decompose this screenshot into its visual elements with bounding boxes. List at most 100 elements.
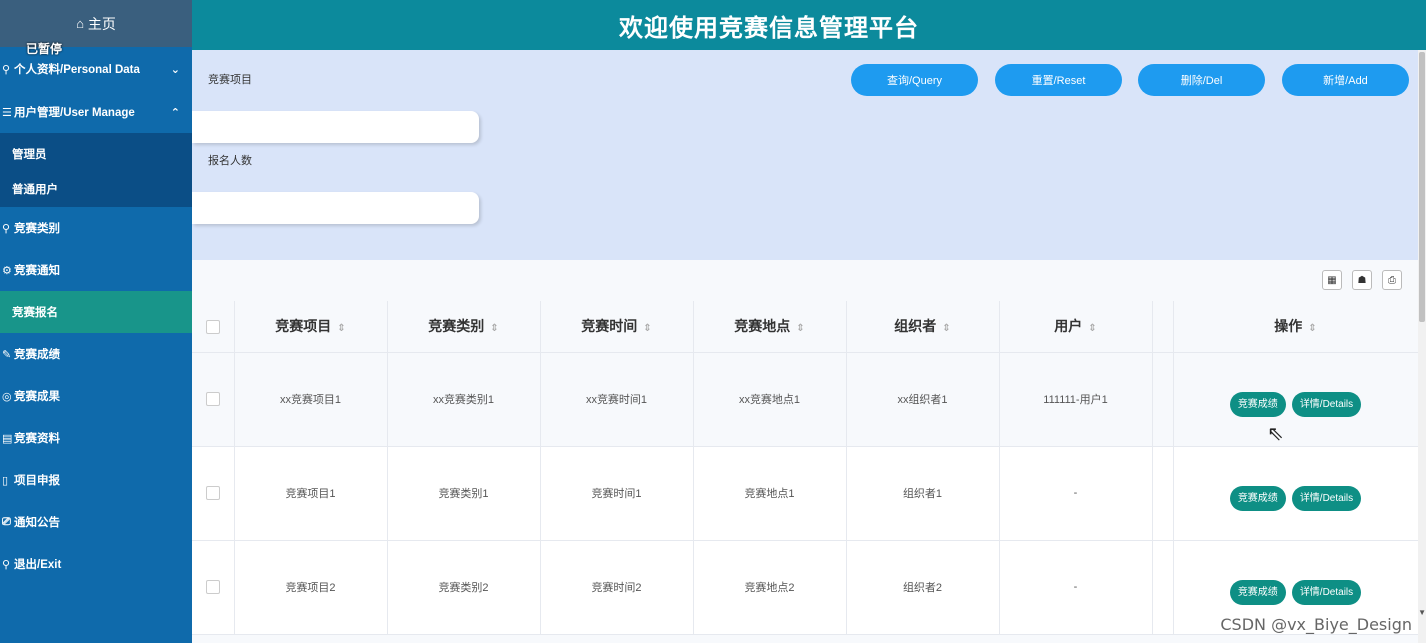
scores-button[interactable]: 竞赛成绩	[1229, 485, 1286, 511]
sort-icon[interactable]: ⇕	[337, 323, 345, 334]
row-checkbox[interactable]	[205, 486, 220, 500]
column-header-label: 竞赛时间	[581, 318, 638, 335]
sidebar-item-admin[interactable]: 管理员	[0, 133, 192, 170]
column-header[interactable]: 组织者 ⇕	[846, 301, 1000, 353]
home-icon: ⌂	[76, 16, 84, 31]
sidebar-item-label: 竞赛通知	[14, 265, 60, 277]
columns-icon[interactable]: ▦	[1322, 270, 1342, 290]
table-cell: 竞赛项目1	[234, 446, 388, 541]
table-cell: xx竞赛时间1	[540, 352, 694, 447]
column-header[interactable]: 竞赛项目 ⇕	[234, 301, 388, 353]
scroll-down-icon[interactable]: ▼	[1418, 608, 1426, 617]
scrollbar-thumb[interactable]	[1419, 52, 1425, 322]
column-header-label: 竞赛项目	[275, 318, 332, 335]
table-cell: 竞赛类别1	[387, 446, 541, 541]
document-icon: ▤	[2, 432, 13, 445]
sidebar-item-label: 通知公告	[14, 517, 60, 529]
gear-icon: ⚙	[2, 264, 12, 277]
sidebar-item-personal-data[interactable]: ⚲ 个人资料/Personal Data ⌄	[0, 47, 192, 91]
delete-button[interactable]: 删除/Del	[1138, 64, 1265, 96]
select-all-checkbox[interactable]	[205, 320, 220, 335]
sidebar: ⌂ 主页 已暂停 ⚲ 个人资料/Personal Data ⌄ ☰ 用户管理/U…	[0, 0, 192, 643]
scores-button[interactable]: 竞赛成绩	[1229, 391, 1286, 417]
sidebar-item-label: 管理员	[12, 148, 47, 161]
sort-icon[interactable]: ⇕	[1308, 323, 1316, 334]
row-select-cell	[192, 540, 235, 635]
column-header[interactable]: 竞赛类别 ⇕	[387, 301, 541, 353]
sort-icon[interactable]: ⇕	[643, 323, 651, 334]
sidebar-item-materials[interactable]: ▤ 竞赛资料	[0, 417, 192, 459]
table-cell: xx竞赛项目1	[234, 352, 388, 447]
sidebar-item-label: 竞赛资料	[14, 433, 60, 445]
sidebar-item-notice[interactable]: ⚙ 竞赛通知	[0, 249, 192, 291]
table-cell: -	[999, 540, 1153, 635]
table-row[interactable]: 竞赛项目1 竞赛类别1 竞赛时间1 竞赛地点1 组织者1 - 竞赛成绩 详情/De…	[192, 446, 1419, 541]
sidebar-item-registration[interactable]: 竞赛报名	[0, 291, 192, 333]
table-cell: xx竞赛类别1	[387, 352, 541, 447]
column-header-label: 操作	[1274, 318, 1303, 335]
sidebar-item-label: 竞赛成果	[14, 391, 60, 403]
reset-button[interactable]: 重置/Reset	[995, 64, 1122, 96]
query-button[interactable]: 查询/Query	[851, 64, 978, 96]
sidebar-item-category[interactable]: ⚲ 竞赛类别	[0, 207, 192, 249]
sort-icon[interactable]: ⇕	[1088, 323, 1096, 334]
row-checkbox[interactable]	[205, 580, 220, 594]
count-input[interactable]	[192, 192, 479, 224]
sidebar-item-scores[interactable]: ✎ 竞赛成绩	[0, 333, 192, 375]
target-icon: ◎	[2, 390, 12, 403]
mouse-cursor-icon: ⇖	[1267, 423, 1284, 445]
column-header[interactable]: 竞赛时间 ⇕	[540, 301, 694, 353]
table-cell: 组织者1	[846, 446, 1000, 541]
export-icon[interactable]: ☗	[1352, 270, 1372, 290]
sidebar-item-announcement[interactable]: ⎚ 通知公告	[0, 501, 192, 543]
sort-icon[interactable]: ⇕	[942, 323, 950, 334]
table-cell: 竞赛时间2	[540, 540, 694, 635]
column-header[interactable]: 竞赛地点 ⇕	[693, 301, 847, 353]
sidebar-item-normal-user[interactable]: 普通用户	[0, 170, 192, 207]
sort-icon[interactable]: ⇕	[796, 323, 804, 334]
sidebar-item-achievements[interactable]: ◎ 竞赛成果	[0, 375, 192, 417]
column-header-label: 用户	[1054, 318, 1083, 335]
operations-cell: 竞赛成绩 详情/Details	[1172, 352, 1419, 447]
chevron-up-icon: ⌃	[170, 106, 180, 119]
details-button[interactable]: 详情/Details	[1291, 485, 1362, 511]
sidebar-item-label: 竞赛成绩	[14, 349, 60, 361]
details-button[interactable]: 详情/Details	[1291, 391, 1362, 417]
column-header[interactable]: 操作 ⇕	[1172, 301, 1419, 353]
table-cell: xx竞赛地点1	[693, 352, 847, 447]
project-input[interactable]	[192, 111, 479, 143]
operations-cell: 竞赛成绩 详情/Details	[1172, 446, 1419, 541]
exit-icon: ⚲	[2, 558, 11, 571]
table-cell: 竞赛类别2	[387, 540, 541, 635]
column-header[interactable]: 用户 ⇕	[999, 301, 1153, 353]
project-field-label: 竞赛项目	[208, 74, 252, 86]
spacer-cell	[1152, 540, 1174, 635]
chevron-down-icon: ⌄	[170, 63, 180, 76]
spacer-cell	[1152, 446, 1174, 541]
search-icon: ⚲	[2, 222, 11, 235]
details-button[interactable]: 详情/Details	[1291, 579, 1362, 605]
sidebar-item-label: 个人资料/Personal Data	[14, 64, 140, 76]
sidebar-item-user-manage[interactable]: ☰ 用户管理/User Manage ⌃	[0, 91, 192, 133]
table-cell: 组织者2	[846, 540, 1000, 635]
spacer-cell	[1152, 301, 1174, 353]
sidebar-item-exit[interactable]: ⚲ 退出/Exit	[0, 543, 192, 585]
row-checkbox[interactable]	[205, 392, 220, 406]
watermark: CSDN @vx_Biye_Design	[1220, 615, 1412, 634]
sort-icon[interactable]: ⇕	[490, 323, 498, 334]
page-scrollbar[interactable]: ▼	[1418, 50, 1426, 643]
sidebar-item-project-apply[interactable]: ▯ 项目申报	[0, 459, 192, 501]
page-title: 欢迎使用竞赛信息管理平台	[619, 14, 919, 42]
table-row[interactable]: xx竞赛项目1 xx竞赛类别1 xx竞赛时间1 xx竞赛地点1 xx组织者1 1…	[192, 352, 1419, 447]
spacer-cell	[1152, 352, 1174, 447]
column-header-label: 组织者	[894, 318, 937, 335]
edit-icon: ✎	[2, 348, 12, 361]
sidebar-item-label: 项目申报	[14, 475, 60, 487]
print-icon[interactable]: ⎙	[1382, 270, 1402, 290]
add-button[interactable]: 新增/Add	[1282, 64, 1409, 96]
search-panel: 竞赛项目 报名人数 查询/Query 重置/Reset 删除/Del 新增/Ad…	[192, 50, 1418, 260]
sidebar-item-label: 竞赛报名	[12, 307, 58, 319]
row-select-cell	[192, 352, 235, 447]
scores-button[interactable]: 竞赛成绩	[1229, 579, 1286, 605]
table-cell: -	[999, 446, 1153, 541]
